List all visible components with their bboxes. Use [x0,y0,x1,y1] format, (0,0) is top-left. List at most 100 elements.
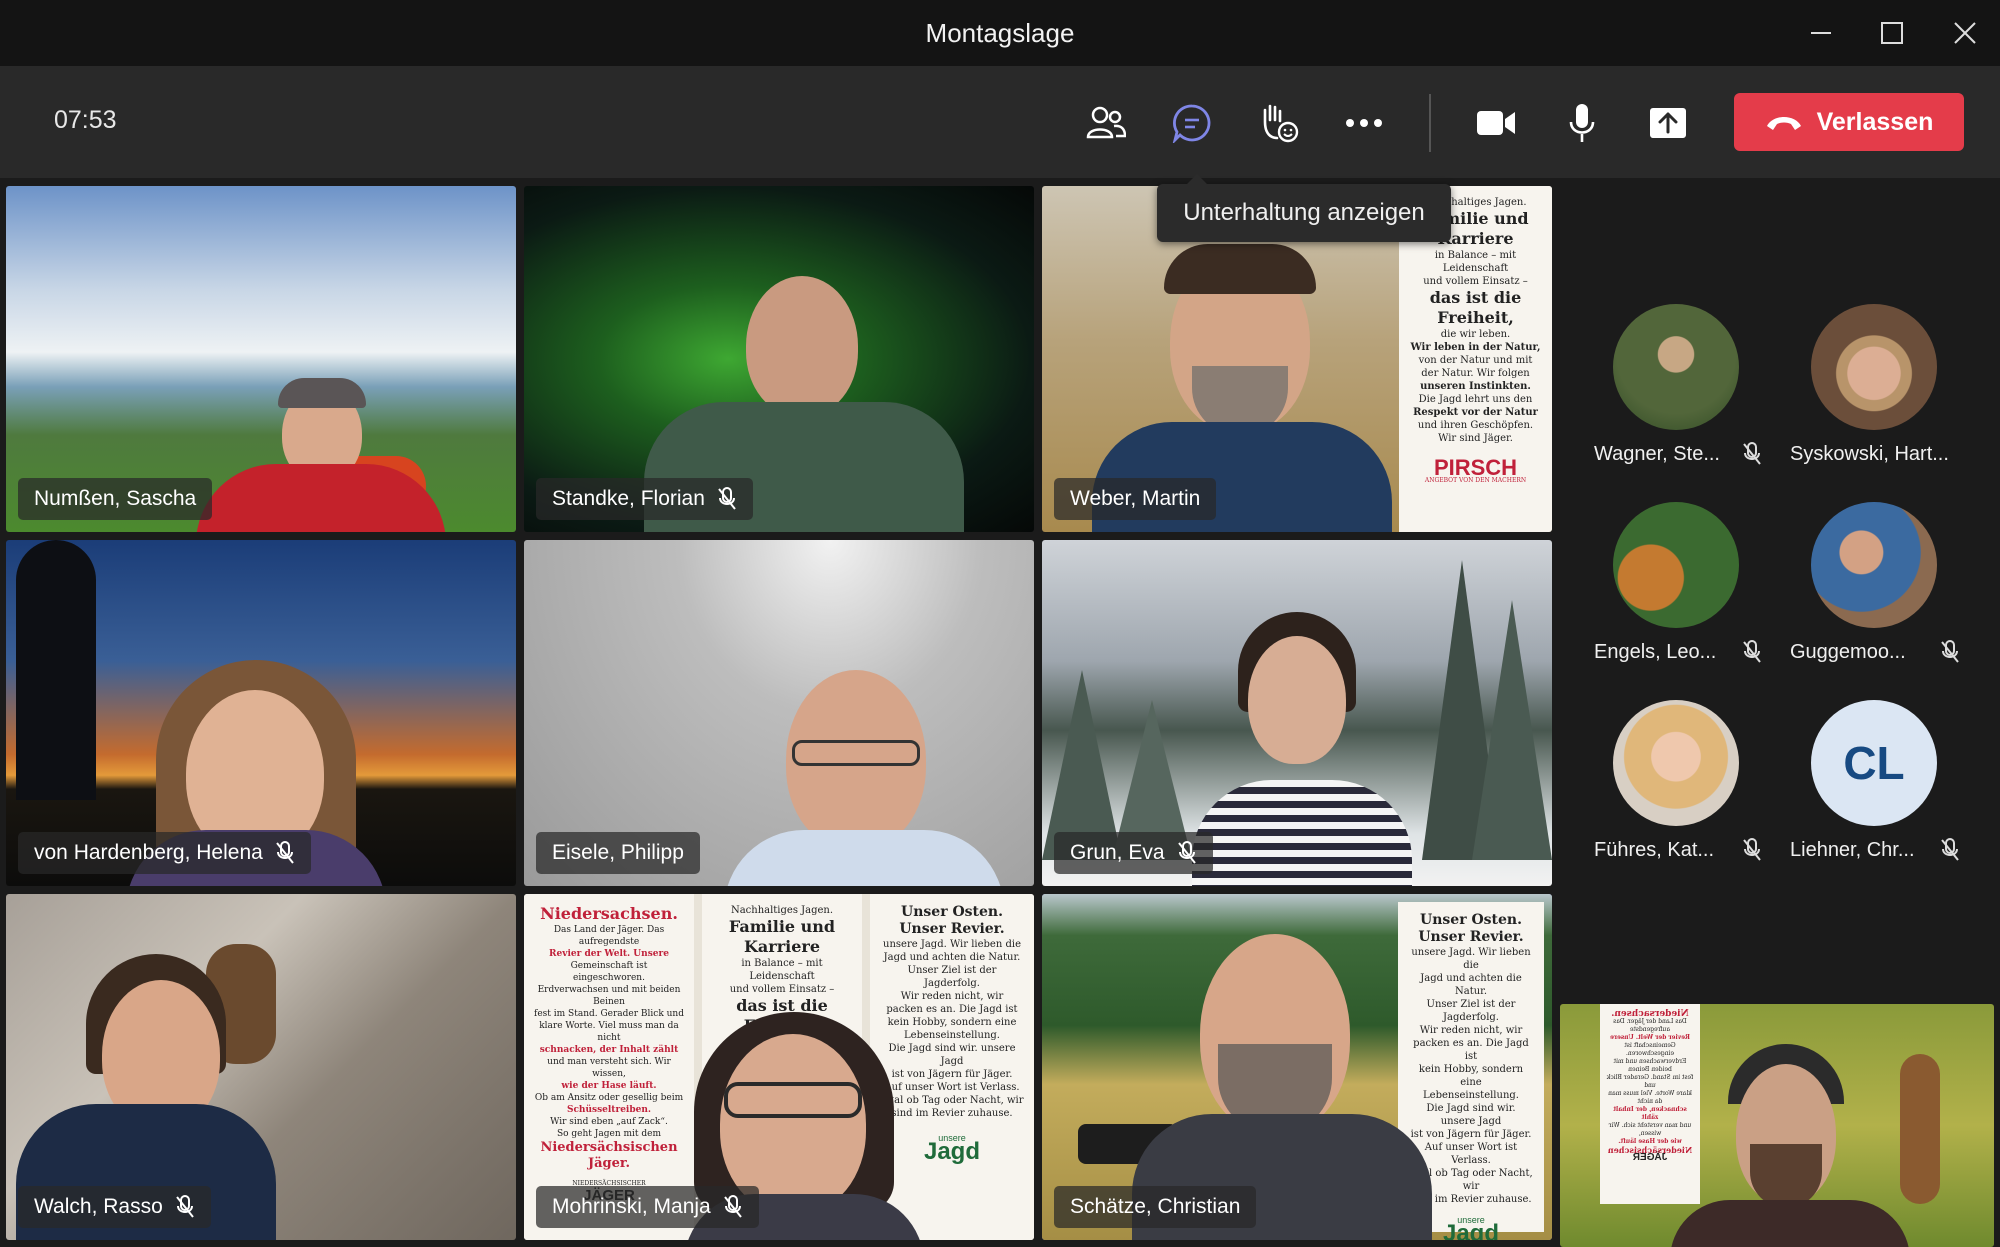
video-stage: Numßen, Sascha Standke, Florian Nachhalt… [0,178,2000,1247]
pirsch-subline: ANGEBOT VON DEN MACHERN [1424,477,1527,484]
mic-off-icon [718,487,736,510]
poster-line: und ihren Geschöpfen. [1417,420,1534,431]
rail-participant[interactable]: Wagner, Ste... [1578,304,1778,484]
participant-name: Eisele, Philipp [552,841,684,864]
video-tile-active-speaker[interactable]: Unser Osten. Unser Revier. unsere Jagd. … [1042,894,1552,1240]
reactions-button[interactable] [1250,96,1306,150]
participant-name: Führes, Kat... [1594,839,1715,861]
self-view[interactable]: Niedersachsen. Das Land der Jäger. Das a… [1560,1004,1994,1247]
more-icon [1346,119,1382,127]
video-tile[interactable]: Walch, Rasso [6,894,516,1240]
meeting-timer: 07:53 [54,106,117,134]
mic-off-icon [1743,838,1761,861]
participant-nametag: Grun, Eva [1054,832,1213,874]
participant-name: Numßen, Sascha [34,487,197,510]
poster-line: unseren Instinkten. [1420,381,1531,392]
poster-line: in Balance – mit Leidenschaft [1434,250,1517,274]
raise-hand-icon [1263,104,1299,143]
maximize-icon [1881,22,1903,44]
mic-off-icon [1941,640,1959,663]
minimize-button[interactable] [1791,10,1851,56]
participant-nametag: Numßen, Sascha [18,478,213,520]
rail-participant[interactable]: Guggemoo... [1776,502,1976,682]
poster-line: Wir sind Jäger. [1438,433,1513,444]
chat-button[interactable] [1164,96,1220,150]
poster-line: die wir leben. [1440,329,1511,340]
share-screen-button[interactable] [1640,96,1696,150]
rail-participant[interactable]: Führes, Kat... [1578,700,1778,880]
participant-name: Liehner, Chr... [1790,839,1915,861]
participant-name: Engels, Leo... [1594,641,1717,663]
window-title: Montagslage [925,18,1075,48]
video-tile[interactable]: Standke, Florian [524,186,1034,532]
avatar [1811,304,1937,430]
minimize-icon [1811,32,1831,34]
poster-line: das ist die Freiheit, [1429,288,1522,327]
mic-off-icon [1743,640,1761,663]
chat-tooltip: Unterhaltung anzeigen [1157,174,1451,242]
mic-off-icon [1743,442,1761,465]
mic-off-icon [1177,841,1196,864]
video-tile[interactable]: von Hardenberg, Helena [6,540,516,886]
phone-hangup-icon [1766,117,1801,130]
poster-line: von der Natur und mit [1418,355,1533,366]
toolbar-divider [1429,94,1431,152]
participant-name: Standke, Florian [552,487,705,510]
participant-name: Mohrinski, Manja [552,1195,711,1218]
close-button[interactable] [1935,10,1995,56]
share-icon [1650,108,1686,138]
participant-name: Weber, Martin [1070,487,1201,510]
rail-participant[interactable]: CL Liehner, Chr... [1776,700,1976,880]
video-tile[interactable]: Numßen, Sascha [6,186,516,532]
chat-icon [1172,104,1211,143]
leave-label: Verlassen [1816,107,1934,136]
video-tile[interactable]: Grun, Eva [1042,540,1552,886]
participant-nametag: Mohrinski, Manja [536,1186,759,1228]
maximize-button[interactable] [1862,10,1922,56]
meeting-toolbar: 07:53 Verlassen [0,66,2000,178]
participants-button[interactable] [1078,96,1134,150]
participant-name: Guggemoo... [1790,641,1906,663]
people-icon [1086,106,1126,139]
poster-line: und vollem Einsatz – [1423,276,1528,287]
avatar [1613,700,1739,826]
poster-line: Respekt vor der Natur [1413,407,1538,418]
participant-video [1560,1004,1994,1247]
participant-nametag: Walch, Rasso [18,1186,211,1228]
participant-nametag: Weber, Martin [1054,478,1217,520]
title-bar: Montagslage [0,0,2000,66]
camera-icon [1477,111,1515,135]
participant-name: Syskowski, Hart... [1790,443,1949,465]
participant-name: von Hardenberg, Helena [34,841,263,864]
avatar [1613,304,1739,430]
poster-line: der Natur. Wir folgen [1421,368,1530,379]
mic-off-icon [276,841,294,864]
participant-nametag: Schätze, Christian [1054,1186,1257,1228]
poster-line: Die Jagd lehrt uns den [1418,394,1533,405]
mic-off-icon [1941,838,1959,861]
leave-button[interactable]: Verlassen [1734,93,1964,151]
more-options-button[interactable] [1336,96,1392,150]
video-tile[interactable]: Niedersachsen. Das Land der Jäger. Das a… [524,894,1034,1240]
rail-participant[interactable]: Engels, Leo... [1578,502,1778,682]
mic-off-icon [723,1195,742,1218]
avatar-initials: CL [1811,700,1937,826]
participant-name: Walch, Rasso [34,1195,163,1218]
microphone-icon [1569,104,1595,142]
microphone-button[interactable] [1554,96,1610,150]
camera-button[interactable] [1468,96,1524,150]
pirsch-logo: PIRSCH [1433,455,1518,480]
participant-name: Schätze, Christian [1070,1195,1241,1218]
participant-name: Wagner, Ste... [1594,443,1720,465]
participant-name: Grun, Eva [1070,841,1165,864]
participant-nametag: von Hardenberg, Helena [18,832,311,874]
participant-nametag: Standke, Florian [536,478,753,520]
participant-nametag: Eisele, Philipp [536,832,700,874]
avatar [1613,502,1739,628]
poster-line: Wir leben in der Natur, [1410,342,1541,353]
rail-participant[interactable]: Syskowski, Hart... [1776,304,1976,484]
close-icon [1954,22,1976,44]
mic-off-icon [175,1195,194,1218]
video-tile[interactable]: Eisele, Philipp [524,540,1034,886]
avatar [1811,502,1937,628]
